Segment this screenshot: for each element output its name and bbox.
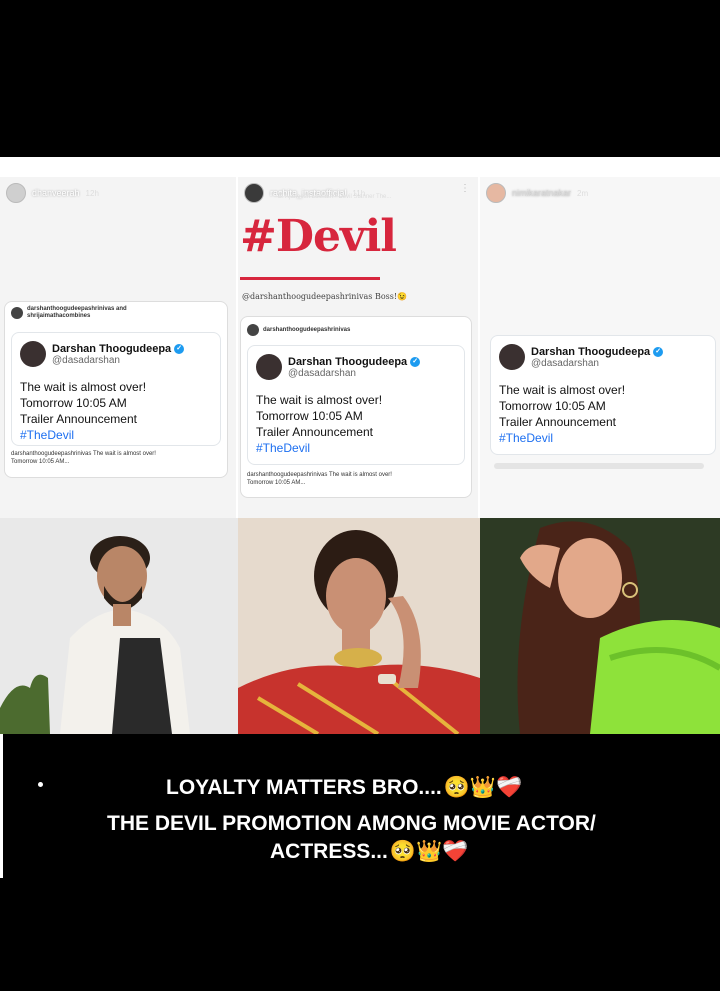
stories-collage: dhanveerah 12h darshanthoogudeepashriniv… <box>0 157 720 518</box>
caption-line-3: ACTRESS...🥺👑❤️‍🩹 <box>270 840 468 864</box>
tweet-handle: @dasadarshan <box>531 357 599 369</box>
actress-photo-nimika <box>480 518 720 734</box>
tweet-line-2: Tomorrow 10:05 AM <box>20 396 127 410</box>
post-caption-line-1: darshanthoogudeepashrinivas The wait is … <box>247 472 392 478</box>
tweet-line-3: Trailer Announcement <box>20 412 137 426</box>
verified-badge-icon: ✓ <box>174 343 185 354</box>
tweet-hashtag[interactable]: #TheDevil <box>20 427 146 443</box>
story-time: 2m <box>577 188 589 198</box>
tweet-line-2: Tomorrow 10:05 AM <box>499 399 606 413</box>
avatar[interactable] <box>6 183 26 203</box>
shared-post-card[interactable]: darshanthoogudeepashrinivas and shrijaim… <box>4 301 228 478</box>
post-caption: darshanthoogudeepashrinivas The wait is … <box>11 450 156 466</box>
tweet-line-2: Tomorrow 10:05 AM <box>256 409 363 423</box>
story-header: dhanveerah 12h <box>6 183 230 203</box>
tweet-handle: @dasadarshan <box>288 367 356 379</box>
cast-photos-row <box>0 518 720 734</box>
avatar[interactable] <box>486 183 506 203</box>
tweet-line-1: The wait is almost over! <box>20 380 147 394</box>
tweet-line-3: Trailer Announcement <box>256 425 373 439</box>
tweet-line-1: The wait is almost over! <box>256 393 383 407</box>
bullet-dot <box>38 782 43 787</box>
story-caption: @darshanthoogudeepashrinivas Boss!😉 <box>242 292 408 301</box>
left-edge-strip <box>0 734 3 878</box>
story-time: 12h <box>85 188 99 198</box>
devil-title: #Devil <box>240 211 397 262</box>
caption-emoji: 🥺👑❤️‍🩹 <box>443 776 523 800</box>
caption-line-3-text: ACTRESS... <box>270 840 388 863</box>
actress-illustration <box>480 518 720 734</box>
tweet-body: The wait is almost over! Tomorrow 10:05 … <box>256 392 382 456</box>
tweet-author-name: Darshan Thoogudeepa <box>52 342 172 355</box>
verified-badge-icon: ✓ <box>410 356 421 367</box>
title-underline <box>240 277 380 280</box>
caption-emoji: 🥺👑❤️‍🩹 <box>389 840 469 864</box>
story-panel-rachita[interactable]: rachita_instaofficial 11h B. Ajaneesh Lo… <box>238 177 478 518</box>
story-header: rachita_instaofficial 11h <box>244 183 472 203</box>
avatar <box>499 344 525 370</box>
avatar <box>20 341 46 367</box>
actor-photo <box>0 518 238 734</box>
tweet-header: Darshan Thoogudeepa ✓ @dasadarshan <box>20 341 185 367</box>
tweet-author-name: Darshan Thoogudeepa <box>288 355 408 368</box>
tweet-body: The wait is almost over! Tomorrow 10:05 … <box>20 379 146 443</box>
post-caption-line-1: darshanthoogudeepashrinivas The wait is … <box>11 451 156 457</box>
tweet-hashtag[interactable]: #TheDevil <box>499 430 625 446</box>
shared-post-card[interactable]: darshanthoogudeepashrinivas Darshan Thoo… <box>240 316 472 498</box>
top-black-band <box>0 0 720 157</box>
story-panel-nimika[interactable]: nimikaratnakar 2m Darshan Thoogudeepa ✓ @… <box>480 177 720 518</box>
tweet-line-1: The wait is almost over! <box>499 383 626 397</box>
caption-line-1-text: LOYALTY MATTERS BRO.... <box>166 776 442 799</box>
story-username[interactable]: nimikaratnakar <box>512 188 571 198</box>
avatar[interactable] <box>244 183 264 203</box>
actress-illustration <box>238 518 480 734</box>
caption-overlay: LOYALTY MATTERS BRO....🥺👑❤️‍🩹 THE DEVIL … <box>0 734 720 878</box>
story-panel-dhanveerah[interactable]: dhanveerah 12h darshanthoogudeepashriniv… <box>0 177 236 518</box>
post-caption-line-2: Tomorrow 10:05 AM... <box>247 480 306 486</box>
caption-line-2: THE DEVIL PROMOTION AMONG MOVIE ACTOR/ <box>107 812 596 835</box>
post-caption: darshanthoogudeepashrinivas The wait is … <box>247 471 392 487</box>
tweet-card[interactable]: Darshan Thoogudeepa ✓ @dasadarshan The wa… <box>490 335 716 455</box>
post-owner: darshanthoogudeepashrinivas and shrijaim… <box>11 306 157 320</box>
tweet-body: The wait is almost over! Tomorrow 10:05 … <box>499 382 625 446</box>
tweet-handle: @dasadarshan <box>52 354 120 366</box>
tweet-header: Darshan Thoogudeepa ✓ @dasadarshan <box>499 344 664 370</box>
post-owner-name: darshanthoogudeepashrinivas and shrijaim… <box>27 306 127 319</box>
story-username[interactable]: dhanveerah <box>32 188 80 198</box>
caption-line-1: LOYALTY MATTERS BRO....🥺👑❤️‍🩹 <box>166 776 522 800</box>
post-caption-line-2: Tomorrow 10:05 AM... <box>11 459 70 465</box>
post-owner-name: darshanthoogudeepashrinivas <box>263 326 351 333</box>
post-owner: darshanthoogudeepashrinivas <box>247 324 350 336</box>
story-music-line: B. Ajaneesh Loknath • Devil Stanner The.… <box>278 194 392 200</box>
blurred-caption <box>494 463 704 469</box>
story-header: nimikaratnakar 2m <box>486 183 714 203</box>
avatar <box>11 307 23 319</box>
actor-illustration <box>0 518 238 734</box>
tweet-card: Darshan Thoogudeepa ✓ @dasadarshan The wa… <box>247 345 465 465</box>
tweet-line-3: Trailer Announcement <box>499 415 616 429</box>
actress-photo-rachita <box>238 518 480 734</box>
tweet-card: Darshan Thoogudeepa ✓ @dasadarshan The wa… <box>11 332 221 446</box>
more-options-icon[interactable]: ⋮ <box>460 183 470 194</box>
bottom-black-band <box>0 878 720 991</box>
verified-badge-icon: ✓ <box>653 346 664 357</box>
avatar <box>256 354 282 380</box>
tweet-hashtag[interactable]: #TheDevil <box>256 440 382 456</box>
avatar <box>247 324 259 336</box>
tweet-header: Darshan Thoogudeepa ✓ @dasadarshan <box>256 354 421 380</box>
tweet-author-name: Darshan Thoogudeepa <box>531 345 651 358</box>
